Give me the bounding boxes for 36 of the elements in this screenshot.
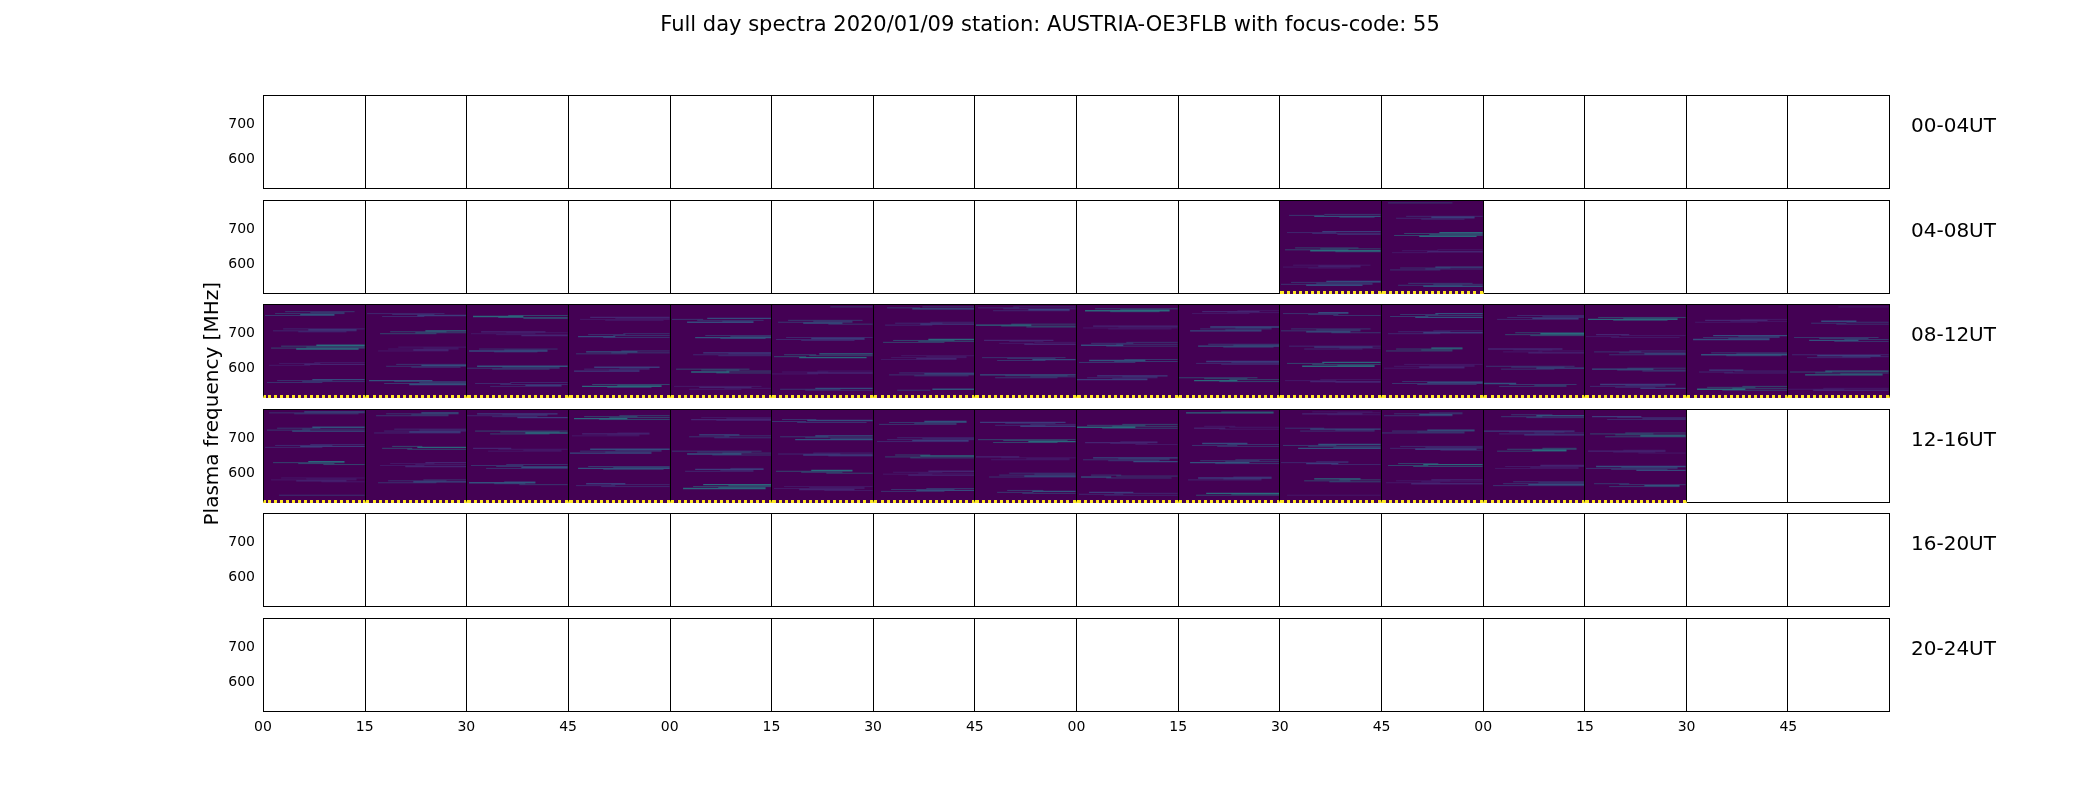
row-time-label: 08-12UT [1911,322,1996,346]
row-time-label: 00-04UT [1911,113,1996,137]
row-time-label: 16-20UT [1911,531,1996,555]
x-tick-label: 30 [1677,718,1696,734]
y-tick-label: 600 [228,254,255,271]
row-time-label: 12-16UT [1911,426,1996,451]
x-tick-label: 30 [457,718,476,734]
x-tick-label: 45 [1372,718,1391,734]
x-tick-label: 15 [1169,718,1188,734]
figure-title: Full day spectra 2020/01/09 station: AUSTRIA-OE3FLB with focus-code: 55 [660,12,1440,38]
x-tick-label: 00 [1067,718,1086,734]
y-tick-label: 700 [228,637,255,654]
y-tick-label: 700 [228,324,255,340]
x-tick-label: 30 [864,718,883,734]
x-tick-label: 45 [965,718,984,734]
y-tick-label: 600 [228,463,255,480]
x-tick-label: 15 [355,718,374,734]
y-axis-label: Plasma frequency [MHz] [199,281,223,526]
y-tick-label: 600 [228,568,255,584]
row-time-label: 20-24UT [1911,635,1996,660]
y-tick-label: 600 [228,150,255,166]
y-tick-label: 600 [228,359,255,375]
x-tick-label: 45 [559,718,577,734]
x-tick-label: 00 [1474,718,1493,734]
x-tick-label: 00 [660,718,679,734]
y-tick-label: 700 [228,219,255,236]
x-tick-label: 30 [1270,718,1289,734]
x-tick-label: 00 [254,718,272,734]
y-tick-label: 700 [228,115,255,131]
x-tick-label: 45 [1779,718,1798,734]
x-tick-label: 15 [762,718,781,734]
y-tick-label: 700 [228,428,255,445]
y-tick-label: 600 [228,672,255,689]
y-tick-label: 700 [228,533,255,549]
row-time-label: 04-08UT [1911,217,1996,242]
x-tick-label: 15 [1576,718,1594,734]
